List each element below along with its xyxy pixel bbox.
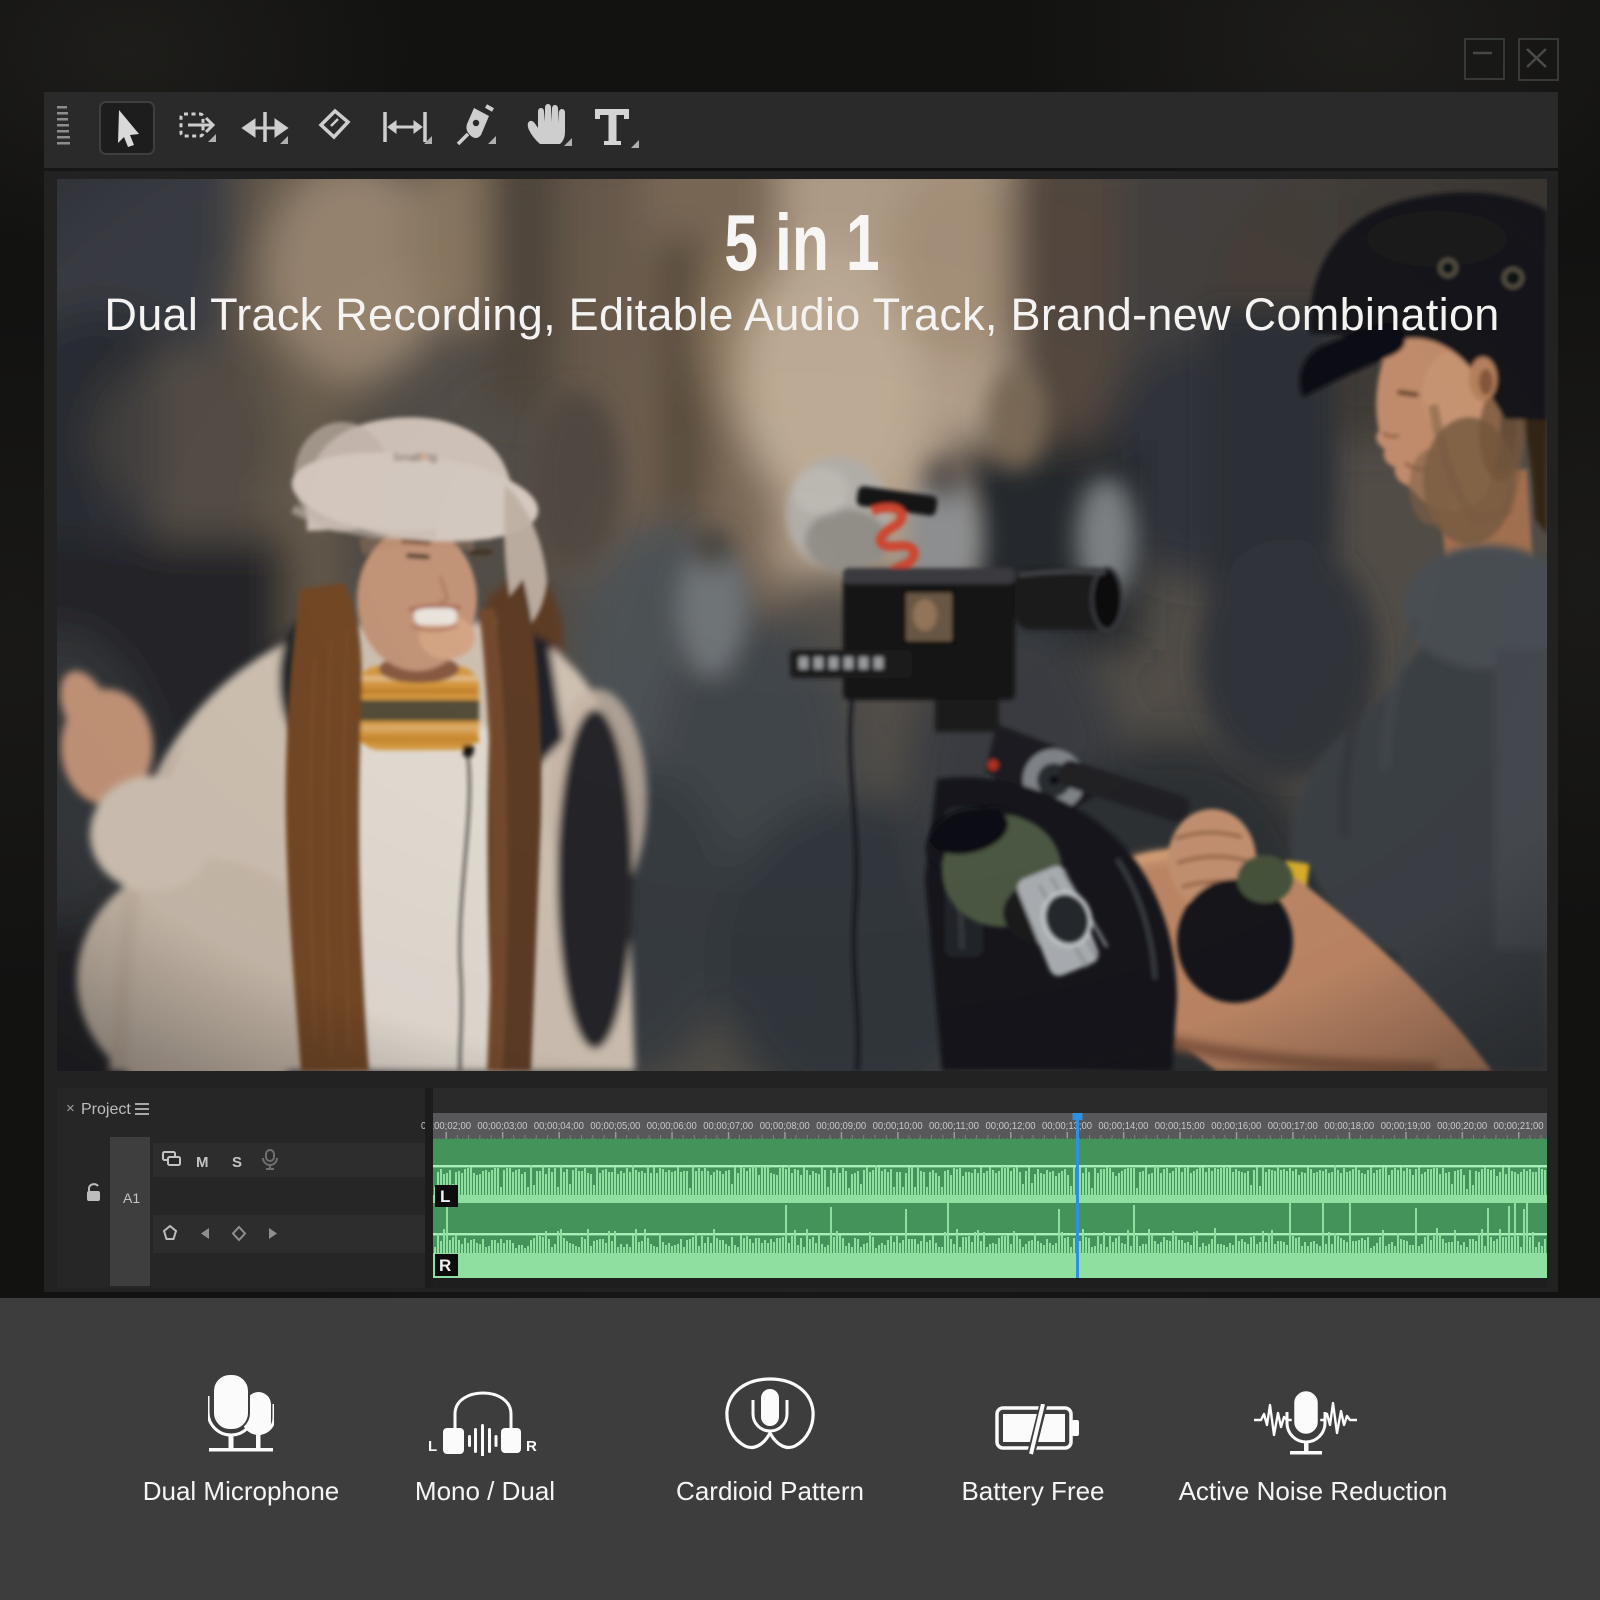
svg-text:00;00;10;00: 00;00;10;00 (873, 1120, 923, 1132)
svg-text:00;00;11;00: 00;00;11;00 (929, 1120, 979, 1132)
svg-text:00;00;06;00: 00;00;06;00 (647, 1120, 697, 1132)
svg-text:Project: Project (81, 1101, 131, 1118)
svg-text:00;00;08;00: 00;00;08;00 (760, 1120, 810, 1132)
svg-text:R: R (439, 1256, 451, 1275)
svg-text:00;00;09;00: 00;00;09;00 (816, 1120, 866, 1132)
svg-text:00;00;14;00: 00;00;14;00 (1098, 1120, 1148, 1132)
svg-text:M: M (196, 1154, 209, 1171)
svg-text:00;00;07;00: 00;00;07;00 (703, 1120, 753, 1132)
svg-text:R: R (526, 1438, 537, 1455)
svg-text:00;00;13;00: 00;00;13;00 (1042, 1120, 1092, 1132)
svg-text:00;00;05;00: 00;00;05;00 (590, 1120, 640, 1132)
svg-text:00;00;17;00: 00;00;17;00 (1268, 1120, 1318, 1132)
svg-text:L: L (428, 1438, 437, 1455)
svg-text:00;00;15;00: 00;00;15;00 (1155, 1120, 1205, 1132)
svg-text:00;00;20;00: 00;00;20;00 (1437, 1120, 1487, 1132)
svg-text:S: S (232, 1154, 242, 1171)
svg-text:00;00;03;00: 00;00;03;00 (477, 1120, 527, 1132)
svg-text:00;00;21;00: 00;00;21;00 (1494, 1120, 1544, 1132)
svg-text:00;00;04;00: 00;00;04;00 (534, 1120, 584, 1132)
svg-text:A1: A1 (123, 1190, 140, 1206)
svg-text:00;00;19;00: 00;00;19;00 (1381, 1120, 1431, 1132)
svg-text:×: × (66, 1100, 75, 1117)
svg-text:00;00;16;00: 00;00;16;00 (1211, 1120, 1261, 1132)
svg-text:00;00;12;00: 00;00;12;00 (986, 1120, 1036, 1132)
svg-text:00;00;18;00: 00;00;18;00 (1324, 1120, 1374, 1132)
svg-text:L: L (440, 1187, 450, 1206)
